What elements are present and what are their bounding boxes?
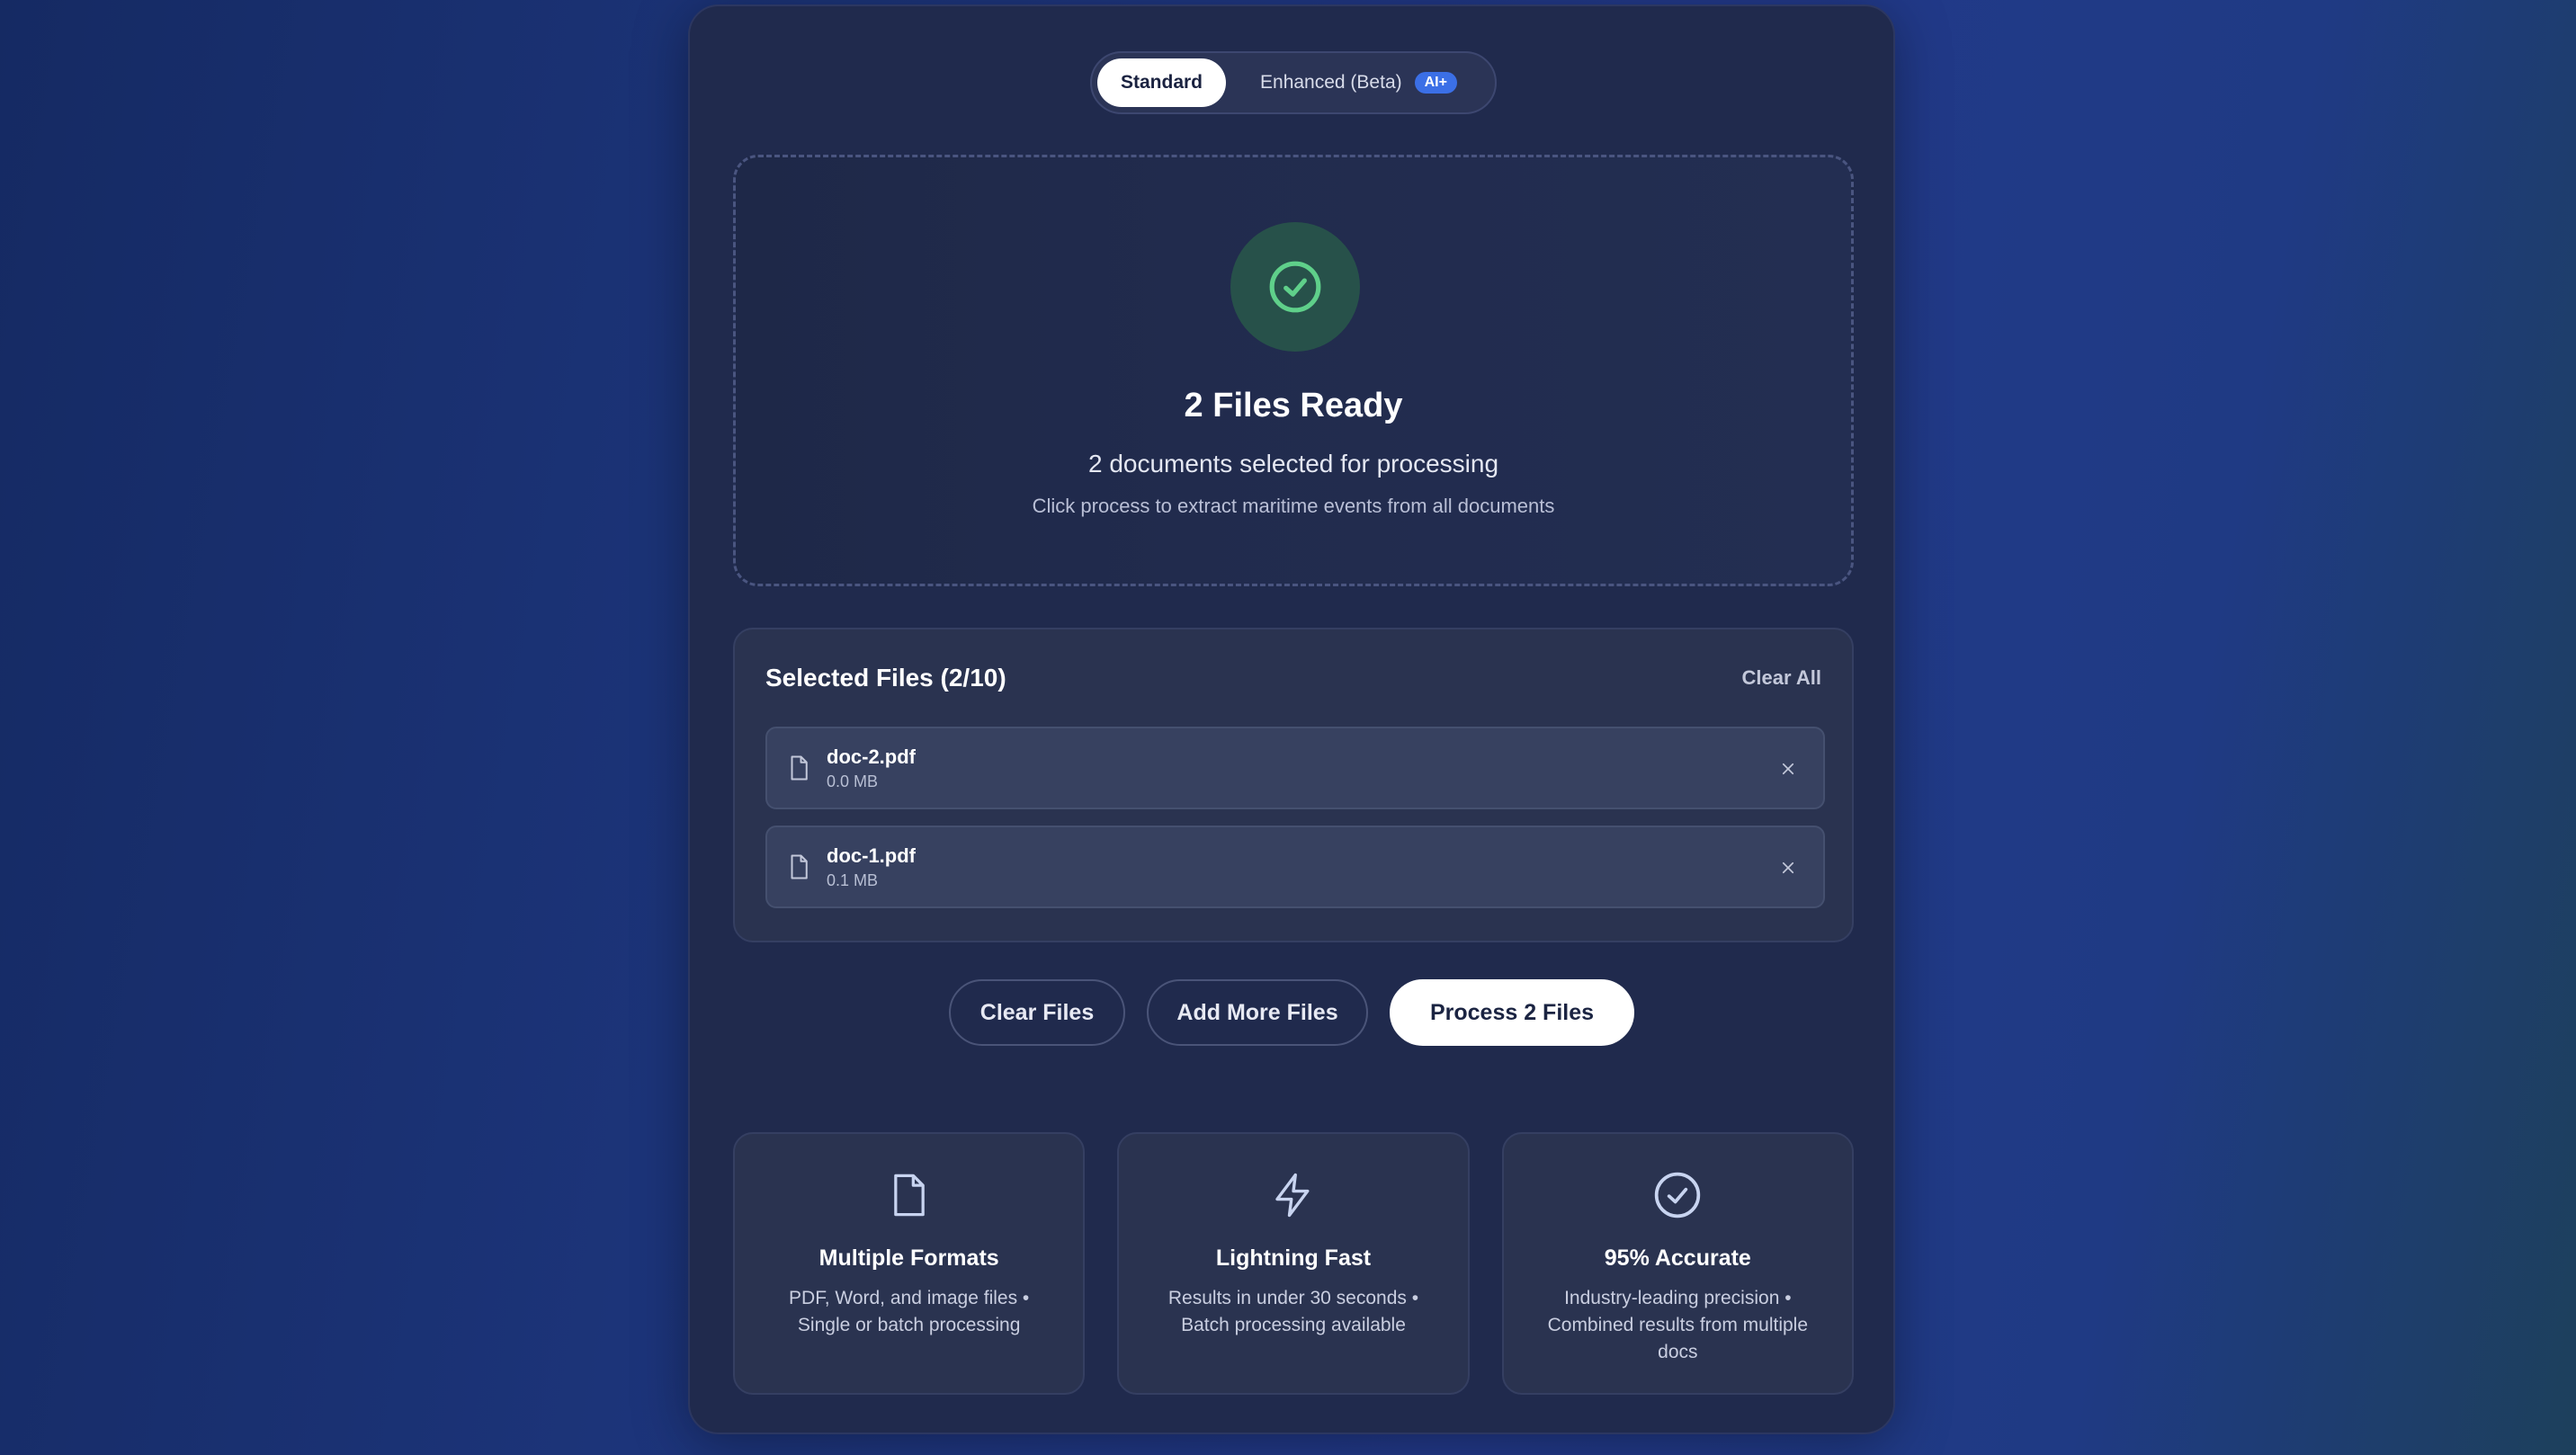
feature-card-accuracy: 95% Accurate Industry-leading precision … bbox=[1501, 1132, 1854, 1395]
file-icon bbox=[791, 854, 808, 879]
mode-standard-button[interactable]: Standard bbox=[1097, 58, 1227, 107]
file-list-item: doc-2.pdf 0.0 MB bbox=[765, 727, 1825, 809]
feature-title: Lightning Fast bbox=[1215, 1245, 1372, 1271]
feature-cards: Multiple Formats PDF, Word, and image fi… bbox=[733, 1132, 1854, 1395]
file-size: 0.1 MB bbox=[827, 870, 879, 889]
check-circle-icon bbox=[1655, 1172, 1701, 1218]
process-files-button[interactable]: Process 2 Files bbox=[1390, 979, 1634, 1046]
remove-file-button[interactable] bbox=[1773, 754, 1803, 784]
action-buttons: Clear Files Add More Files Process 2 Fil… bbox=[690, 979, 1893, 1046]
clear-all-button[interactable]: Clear All bbox=[1742, 666, 1821, 690]
close-icon bbox=[1782, 861, 1794, 874]
mode-enhanced-button[interactable]: Enhanced (Beta) AI+ bbox=[1226, 58, 1484, 107]
feature-description: PDF, Word, and image files • Single or b… bbox=[789, 1288, 1030, 1335]
file-name: doc-2.pdf bbox=[827, 745, 916, 768]
file-size: 0.0 MB bbox=[827, 772, 879, 790]
selected-files-header: Selected Files (2/10) Clear All bbox=[765, 664, 1821, 692]
file-meta: doc-1.pdf 0.1 MB bbox=[827, 844, 916, 890]
feature-description: Industry-leading precision • Combined re… bbox=[1547, 1288, 1809, 1362]
feature-title: Multiple Formats bbox=[818, 1245, 999, 1271]
mode-enhanced-label: Enhanced (Beta) bbox=[1260, 72, 1402, 93]
feature-card-formats: Multiple Formats PDF, Word, and image fi… bbox=[733, 1132, 1086, 1395]
dropzone-subtitle: 2 documents selected for processing bbox=[1087, 450, 1499, 478]
main-panel: Standard Enhanced (Beta) AI+ 2 Files Rea… bbox=[688, 4, 1895, 1434]
clear-files-button[interactable]: Clear Files bbox=[949, 979, 1125, 1046]
mode-standard-label: Standard bbox=[1121, 72, 1203, 93]
file-name: doc-1.pdf bbox=[827, 844, 916, 867]
file-list-item: doc-1.pdf 0.1 MB bbox=[765, 826, 1825, 908]
dropzone-title: 2 Files Ready bbox=[1184, 387, 1403, 424]
status-check-circle bbox=[1230, 222, 1360, 352]
check-circle-icon bbox=[1269, 261, 1321, 313]
add-more-files-button[interactable]: Add More Files bbox=[1147, 979, 1368, 1046]
remove-file-button[interactable] bbox=[1773, 852, 1803, 883]
feature-description: Results in under 30 seconds • Batch proc… bbox=[1167, 1288, 1419, 1335]
upload-dropzone[interactable]: 2 Files Ready 2 documents selected for p… bbox=[733, 155, 1854, 586]
file-icon bbox=[893, 1174, 925, 1217]
file-meta: doc-2.pdf 0.0 MB bbox=[827, 745, 916, 791]
selected-files-panel: Selected Files (2/10) Clear All doc-2.pd… bbox=[733, 628, 1854, 942]
lightning-icon bbox=[1275, 1173, 1310, 1218]
mode-toggle: Standard Enhanced (Beta) AI+ bbox=[1090, 51, 1497, 114]
file-icon bbox=[791, 755, 808, 781]
feature-card-speed: Lightning Fast Results in under 30 secon… bbox=[1117, 1132, 1470, 1395]
dropzone-hint: Click process to extract maritime events… bbox=[1032, 495, 1555, 517]
ai-badge: AI+ bbox=[1414, 72, 1457, 94]
close-icon bbox=[1782, 763, 1794, 775]
selected-files-title: Selected Files (2/10) bbox=[765, 664, 1006, 692]
feature-title: 95% Accurate bbox=[1604, 1245, 1751, 1271]
